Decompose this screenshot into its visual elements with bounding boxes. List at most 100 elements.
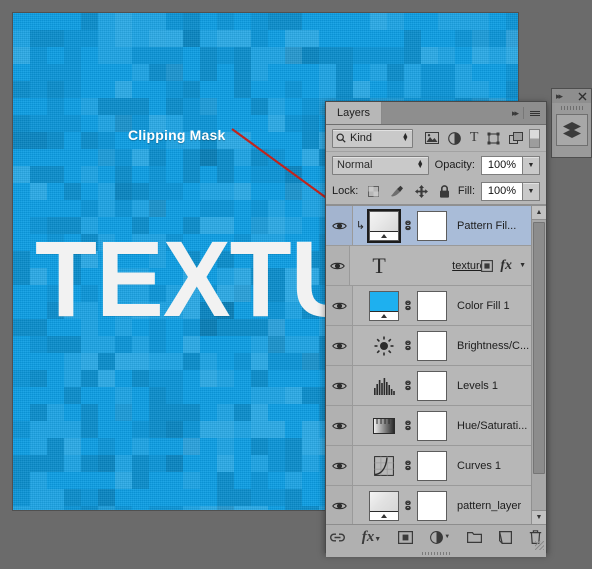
layer-thumbnail[interactable]: [367, 208, 401, 243]
layer-visibility-icon[interactable]: [331, 341, 347, 351]
lock-transparent-pixels-icon[interactable]: [368, 185, 380, 197]
layer-visibility-toggle[interactable]: [326, 486, 353, 524]
layer-row-badges[interactable]: fx ▼: [481, 258, 532, 274]
lock-position-icon[interactable]: [415, 184, 429, 198]
layer-mask-link-icon[interactable]: [401, 419, 415, 432]
fill-control[interactable]: 100% ▼: [481, 181, 540, 201]
panel-collapse-icon[interactable]: ▸▸: [512, 108, 519, 119]
layer-name[interactable]: texture: [452, 260, 481, 272]
layer-name[interactable]: Brightness/C...: [457, 340, 529, 352]
adjustment-layer-filter-icon[interactable]: [447, 131, 461, 145]
smart-object-filter-icon[interactable]: [509, 131, 524, 145]
layer-name[interactable]: Color Fill 1: [457, 300, 510, 312]
layer-row[interactable]: pattern_layer: [326, 486, 532, 524]
layer-mask-link-icon[interactable]: [401, 299, 415, 312]
layer-mask-thumbnail[interactable]: [417, 410, 447, 441]
layer-name[interactable]: Hue/Saturati...: [457, 420, 527, 432]
layer-mask-link-icon[interactable]: [401, 339, 415, 352]
fx-icon[interactable]: fx: [500, 258, 512, 274]
layer-thumbnail[interactable]: [369, 290, 399, 321]
layer-name[interactable]: pattern_layer: [457, 500, 521, 512]
layer-mask-link-icon[interactable]: [401, 219, 415, 232]
new-group-icon[interactable]: [467, 531, 483, 543]
layer-name[interactable]: Pattern Fil...: [457, 220, 516, 232]
lock-all-icon[interactable]: [439, 184, 450, 198]
layer-visibility-icon[interactable]: [329, 261, 345, 271]
type-layer-thumbnail[interactable]: T: [364, 251, 394, 281]
adjustment-layer-thumbnail[interactable]: [369, 411, 399, 441]
adjustment-layer-thumbnail[interactable]: [369, 331, 399, 361]
new-layer-icon[interactable]: [499, 530, 513, 544]
layer-visibility-icon[interactable]: [331, 501, 347, 511]
layer-mask-thumbnail[interactable]: [417, 210, 447, 241]
layer-visibility-toggle[interactable]: [326, 446, 353, 485]
layer-list-scrollbar[interactable]: ▲ ▼: [531, 206, 546, 524]
layer-filter-bar[interactable]: Kind ▲ ▼ T: [326, 125, 546, 152]
layer-name[interactable]: Levels 1: [457, 380, 498, 392]
dock-close-icon[interactable]: [578, 92, 587, 101]
blend-mode-row[interactable]: Normal ▲ ▼ Opacity: 100% ▼: [326, 152, 546, 178]
dock-expand-icon[interactable]: ▸▸: [556, 91, 563, 102]
scroll-up-icon[interactable]: ▲: [532, 206, 546, 220]
filter-kind-spinner-icon[interactable]: ▲ ▼: [402, 132, 409, 143]
opacity-dropdown-icon[interactable]: ▼: [523, 155, 540, 175]
layer-row[interactable]: Curves 1: [326, 446, 532, 486]
layer-name[interactable]: Curves 1: [457, 460, 501, 472]
panel-bottom-grip[interactable]: [326, 549, 546, 557]
blend-mode-dropdown[interactable]: Normal ▲ ▼: [332, 155, 429, 175]
scrollbar-thumb[interactable]: [533, 222, 545, 474]
layer-visibility-toggle[interactable]: [326, 286, 353, 325]
adjustment-layer-thumbnail[interactable]: [369, 451, 399, 481]
link-layers-icon[interactable]: [329, 532, 345, 543]
layer-list[interactable]: ↳ Pattern Fil... Ttexture fx ▼ Color Fill 1 Br…: [326, 206, 532, 524]
layer-mask-thumbnail[interactable]: [417, 330, 447, 361]
layer-row[interactable]: Levels 1: [326, 366, 532, 406]
layer-row[interactable]: ↳ Pattern Fil...: [326, 206, 532, 246]
expand-fx-chevron-icon[interactable]: ▼: [519, 262, 526, 269]
layer-mask-badge-icon[interactable]: [481, 259, 494, 272]
dock-grip[interactable]: [552, 103, 591, 112]
layer-visibility-icon[interactable]: [331, 381, 347, 391]
tab-layers[interactable]: Layers: [326, 102, 383, 124]
layers-stack-icon[interactable]: [555, 114, 588, 146]
layer-mask-link-icon[interactable]: [401, 379, 415, 392]
panel-menu-icon[interactable]: [530, 110, 540, 116]
layer-mask-thumbnail[interactable]: [417, 370, 447, 401]
layer-row[interactable]: Ttexture fx ▼: [326, 246, 532, 286]
layers-panel[interactable]: Layers ▸▸ Kind ▲ ▼ T Normal ▲ ▼ Opacity:…: [325, 101, 547, 557]
layer-row[interactable]: Brightness/C...: [326, 326, 532, 366]
add-layer-mask-icon[interactable]: [398, 530, 414, 544]
layer-mask-thumbnail[interactable]: [417, 490, 447, 521]
collapsed-panel-dock[interactable]: ▸▸: [551, 88, 592, 158]
layer-row[interactable]: Color Fill 1: [326, 286, 532, 326]
layer-list-container[interactable]: ↳ Pattern Fil... Ttexture fx ▼ Color Fill 1 Br…: [326, 205, 546, 524]
layer-row[interactable]: Hue/Saturati...: [326, 406, 532, 446]
shape-layer-filter-icon[interactable]: [487, 132, 500, 145]
layer-style-fx-icon[interactable]: fx▼: [362, 529, 381, 546]
fill-dropdown-icon[interactable]: ▼: [523, 181, 540, 201]
opacity-control[interactable]: 100% ▼: [481, 155, 540, 175]
adjustment-layer-thumbnail[interactable]: [369, 371, 399, 401]
fill-value[interactable]: 100%: [481, 181, 523, 201]
layer-thumbnail[interactable]: [369, 490, 399, 521]
lock-image-pixels-icon[interactable]: [390, 185, 404, 197]
layer-mask-link-icon[interactable]: [401, 459, 415, 472]
layer-visibility-icon[interactable]: [331, 221, 347, 231]
layer-visibility-icon[interactable]: [331, 301, 347, 311]
filter-kind-dropdown[interactable]: Kind ▲ ▼: [332, 128, 413, 148]
layer-visibility-toggle[interactable]: [326, 366, 353, 405]
layer-mask-thumbnail[interactable]: [417, 450, 447, 481]
panel-resize-grip[interactable]: [535, 541, 544, 550]
layers-bottom-toolbar[interactable]: fx▼ ▼: [326, 524, 546, 550]
lock-row[interactable]: Lock: Fill: 100% ▼: [326, 178, 546, 205]
type-layer-filter-icon[interactable]: T: [470, 131, 479, 145]
blend-mode-spinner-icon[interactable]: ▲ ▼: [417, 159, 424, 170]
layer-visibility-icon[interactable]: [331, 461, 347, 471]
pixel-layer-filter-icon[interactable]: [424, 132, 439, 144]
layer-visibility-toggle[interactable]: [326, 326, 353, 365]
layer-visibility-toggle[interactable]: [326, 246, 350, 285]
layer-mask-thumbnail[interactable]: [417, 290, 447, 321]
opacity-value[interactable]: 100%: [481, 155, 523, 175]
new-adjustment-layer-icon[interactable]: ▼: [430, 530, 450, 544]
layer-visibility-toggle[interactable]: [326, 206, 353, 245]
